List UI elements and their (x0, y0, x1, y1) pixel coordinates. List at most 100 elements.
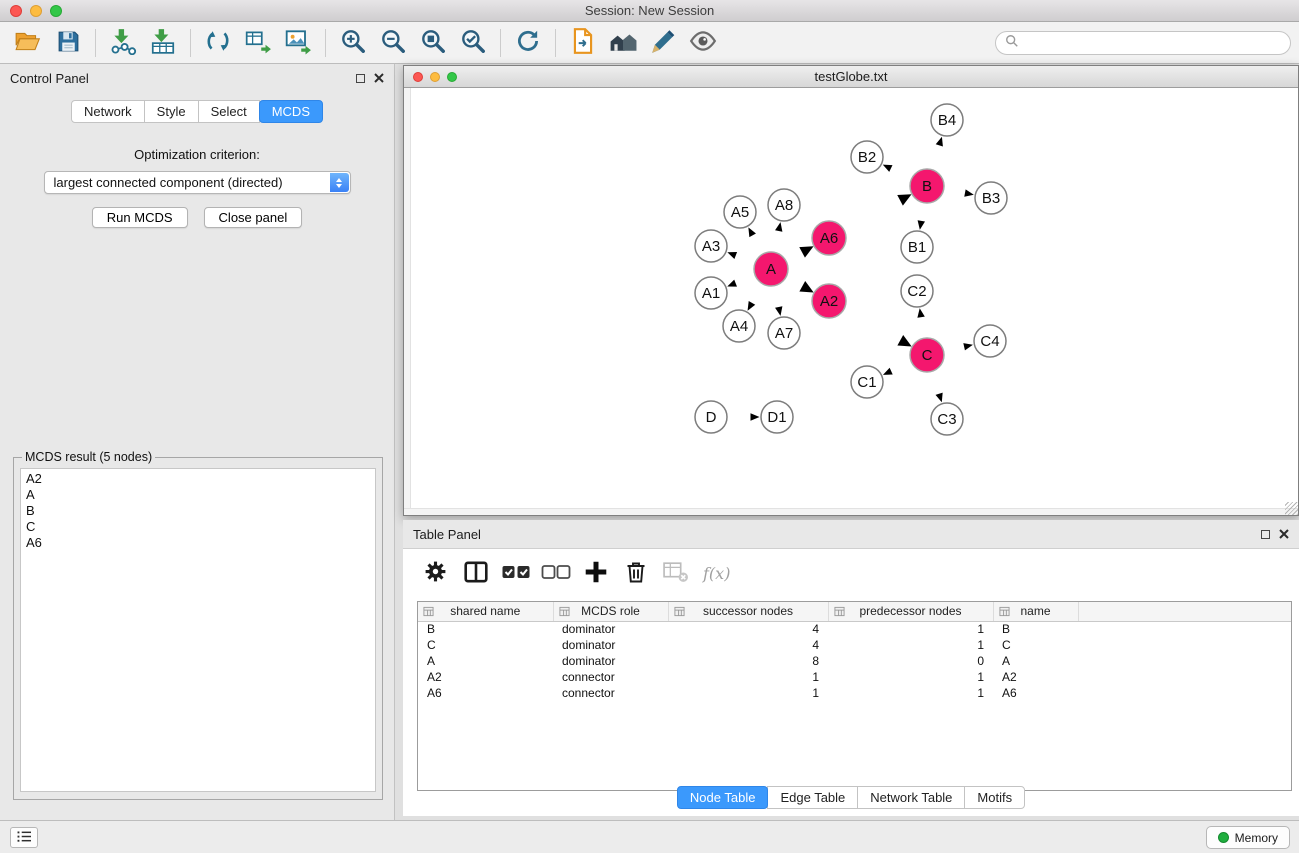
network-canvas[interactable]: B4B2BB3A5A8A6B1A3AC2A1A2A4A7C4CC1C3DD1 (404, 88, 1298, 515)
edge-C-C4[interactable] (943, 347, 964, 352)
mcds-result-list[interactable]: A2ABCA6 (20, 468, 376, 792)
home-button[interactable] (603, 25, 643, 61)
network-window-close-button[interactable] (413, 72, 423, 82)
table-cell: B (993, 621, 1078, 637)
columns-icon (463, 559, 489, 588)
column-header-MCDS-role[interactable]: MCDS role (553, 602, 668, 621)
column-grid-icon (423, 606, 434, 620)
column-header-shared-name[interactable]: shared name (418, 602, 553, 621)
import-table-button[interactable] (143, 25, 183, 61)
edge-A6-B[interactable] (844, 200, 900, 230)
edge-C-C3[interactable] (932, 371, 939, 394)
network-window-minimize-button[interactable] (430, 72, 440, 82)
tab-mcds[interactable]: MCDS (259, 100, 323, 123)
result-list-item[interactable]: A2 (26, 471, 370, 487)
edge-A-A8[interactable] (774, 231, 778, 253)
close-table-panel-icon[interactable] (1279, 529, 1289, 539)
run-mcds-button[interactable]: Run MCDS (92, 207, 188, 228)
edge-A2-C[interactable] (843, 309, 900, 340)
result-list-item[interactable]: C (26, 519, 370, 535)
float-panel-icon[interactable] (356, 74, 365, 83)
column-header-successor-nodes[interactable]: successor nodes (668, 602, 828, 621)
zoom-in-icon (339, 27, 367, 58)
horizontal-scrollbar[interactable] (404, 508, 1298, 515)
edge-B-B4[interactable] (932, 145, 940, 170)
result-list-item[interactable]: B (26, 503, 370, 519)
columns-button[interactable] (457, 554, 494, 592)
session-file-button[interactable] (563, 25, 603, 61)
titlebar[interactable]: Session: New Session (0, 0, 1299, 22)
optimization-criterion-select[interactable]: largest connected component (directed) (44, 171, 351, 194)
network-graph: B4B2BB3A5A8A6B1A3AC2A1A2A4A7C4CC1C3DD1 (404, 88, 1298, 515)
edge-arrow-C-C4 (963, 343, 973, 350)
zoom-fit-button[interactable] (413, 25, 453, 61)
edge-A-A4[interactable] (752, 283, 763, 303)
tab-network-table[interactable]: Network Table (857, 786, 965, 809)
edge-C-C1[interactable] (891, 362, 912, 371)
search-input[interactable] (1024, 36, 1281, 50)
tab-edge-table[interactable]: Edge Table (767, 786, 858, 809)
edge-A-A5[interactable] (753, 235, 763, 254)
settings-gear-button[interactable] (417, 554, 454, 592)
column-header-name[interactable]: name (993, 602, 1078, 621)
add-row-button[interactable] (577, 554, 614, 592)
node-label-A6: A6 (820, 230, 838, 247)
zoom-in-button[interactable] (333, 25, 373, 61)
save-button[interactable] (48, 25, 88, 61)
deselect-all-button[interactable] (537, 554, 574, 592)
edge-A-A2[interactable] (785, 277, 802, 286)
column-header-label: successor nodes (703, 604, 793, 618)
result-list-item[interactable]: A (26, 487, 370, 503)
vertical-scrollbar[interactable] (404, 88, 411, 515)
edge-A-A6[interactable] (786, 252, 803, 261)
export-table-button[interactable] (238, 25, 278, 61)
edge-A-A1[interactable] (736, 275, 756, 283)
select-all-button[interactable] (497, 554, 534, 592)
edge-C-C2[interactable] (921, 317, 924, 339)
tab-select[interactable]: Select (198, 100, 260, 123)
tab-style[interactable]: Style (144, 100, 199, 123)
float-table-panel-icon[interactable] (1261, 530, 1270, 539)
show-eye-button[interactable] (683, 25, 723, 61)
memory-button[interactable]: Memory (1206, 826, 1290, 849)
refresh-icon (514, 27, 542, 58)
tab-motifs[interactable]: Motifs (964, 786, 1025, 809)
table-row[interactable]: Adominator80A (418, 653, 1291, 669)
edge-A-A7[interactable] (774, 285, 778, 307)
result-list-item[interactable]: A6 (26, 535, 370, 551)
table-cell: 1 (828, 669, 993, 685)
memory-label: Memory (1235, 831, 1278, 845)
close-panel-icon[interactable] (374, 73, 384, 83)
tab-node-table[interactable]: Node Table (677, 786, 769, 809)
export-image-button[interactable] (278, 25, 318, 61)
zoom-selected-button[interactable] (453, 25, 493, 61)
open-folder-button[interactable] (8, 25, 48, 61)
column-header-predecessor-nodes[interactable]: predecessor nodes (828, 602, 993, 621)
search-box[interactable] (995, 31, 1291, 55)
resize-grip[interactable] (1285, 502, 1298, 515)
edge-B-B3[interactable] (943, 189, 965, 193)
delete-row-button[interactable] (617, 554, 654, 592)
style-brush-button[interactable] (643, 25, 683, 61)
edge-B-B1[interactable] (921, 202, 924, 221)
table-row[interactable]: Cdominator41C (418, 637, 1291, 653)
import-network-button[interactable] (103, 25, 143, 61)
close-panel-button[interactable]: Close panel (204, 207, 303, 228)
table-row[interactable]: A2connector11A2 (418, 669, 1291, 685)
clear-table-button (657, 554, 694, 592)
zoom-selected-icon (459, 27, 487, 58)
show-panels-button[interactable] (10, 827, 38, 848)
network-window-zoom-button[interactable] (447, 72, 457, 82)
edge-A-A3[interactable] (736, 255, 756, 263)
refresh-button[interactable] (508, 25, 548, 61)
table-cell: 1 (668, 685, 828, 701)
export-network-button[interactable] (198, 25, 238, 61)
tab-network[interactable]: Network (71, 100, 145, 123)
edge-arrow-B-B4 (936, 137, 943, 147)
network-window-titlebar[interactable]: testGlobe.txt (404, 66, 1298, 88)
table-row[interactable]: A6connector11A6 (418, 685, 1291, 701)
edge-B-B2[interactable] (891, 169, 912, 179)
zoom-out-button[interactable] (373, 25, 413, 61)
table-row[interactable]: Bdominator41B (418, 621, 1291, 637)
mcds-buttons-row: Run MCDS Close panel (0, 207, 394, 228)
